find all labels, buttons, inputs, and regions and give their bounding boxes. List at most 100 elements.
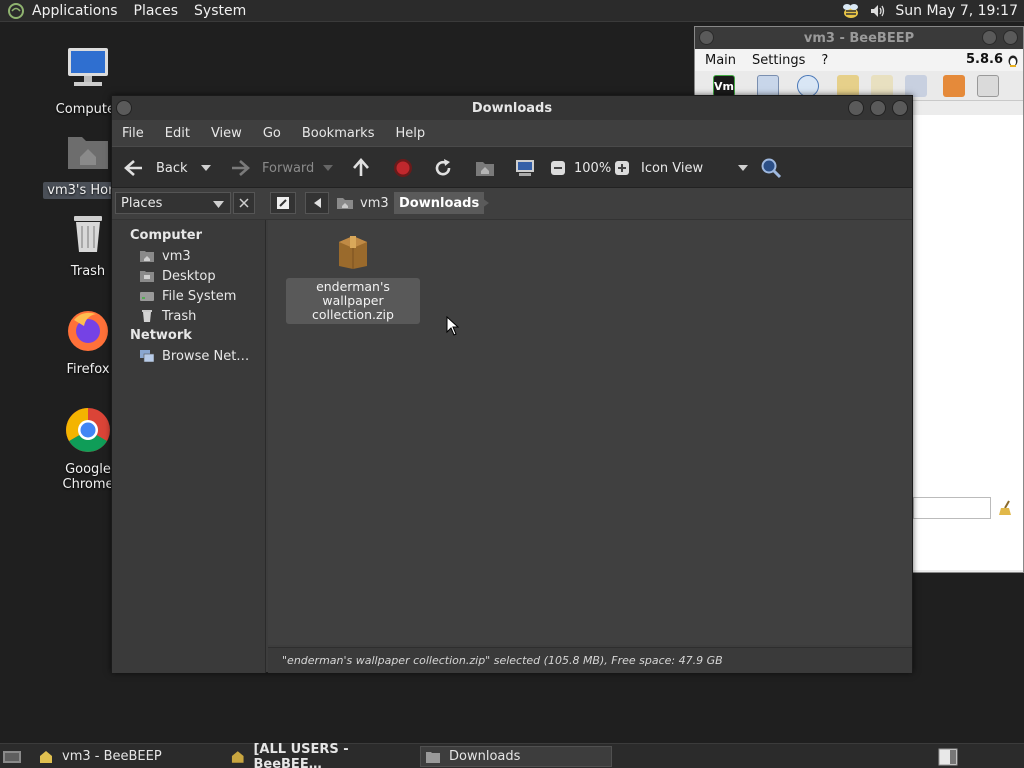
- fm-window-menu-button[interactable]: [116, 100, 132, 116]
- sidebar-item-desktop[interactable]: Desktop: [112, 266, 265, 286]
- beebeep-maximize-button[interactable]: [1003, 30, 1018, 45]
- taskbar-item-downloads[interactable]: Downloads: [420, 746, 612, 767]
- view-mode-select[interactable]: Icon View: [641, 147, 749, 189]
- forward-history-dropdown[interactable]: [322, 147, 334, 189]
- fm-titlebar[interactable]: Downloads: [112, 96, 912, 120]
- sidebar-item-label: Browse Net…: [162, 348, 250, 364]
- linux-penguin-icon: [1008, 55, 1018, 67]
- beebeep-tray-icon[interactable]: [839, 2, 861, 20]
- location-bar: Places vm3 Downloads: [112, 188, 912, 220]
- sidebar-header-network: Network: [130, 328, 192, 343]
- file-manager-window[interactable]: Downloads File Edit View Go Bookmarks He…: [111, 95, 913, 673]
- beebeep-menu-help[interactable]: ?: [821, 53, 828, 68]
- clock[interactable]: Sun May 7, 19:17: [895, 3, 1018, 19]
- menu-view[interactable]: View: [211, 126, 242, 141]
- menu-file[interactable]: File: [122, 126, 144, 141]
- mouse-cursor-icon: [446, 316, 460, 336]
- sidebar-item-label: Desktop: [162, 268, 216, 284]
- sidebar-item-trash[interactable]: Trash: [112, 306, 265, 326]
- back-history-dropdown[interactable]: [200, 147, 212, 189]
- file-item[interactable]: enderman's wallpaper collection.zip: [286, 232, 420, 324]
- beebeep-app-icon: [231, 750, 244, 763]
- places-combo-label: Places: [121, 195, 163, 211]
- beebeep-clear-icon[interactable]: [977, 75, 999, 97]
- reload-button[interactable]: [432, 147, 454, 189]
- chevron-down-icon: [213, 201, 224, 208]
- fm-maximize-button[interactable]: [870, 100, 886, 116]
- places-menu[interactable]: Places: [134, 3, 179, 19]
- computer-button[interactable]: [514, 147, 536, 189]
- menu-bookmarks[interactable]: Bookmarks: [302, 126, 375, 141]
- beebeep-edit-icon[interactable]: [871, 75, 893, 97]
- broom-icon[interactable]: [997, 499, 1015, 517]
- workspace-icon: [938, 748, 958, 765]
- stop-button[interactable]: [392, 147, 414, 189]
- crumb-scroll-left-button[interactable]: [305, 192, 329, 214]
- reload-icon: [435, 159, 451, 176]
- zoom-out-button[interactable]: [550, 147, 566, 189]
- search-button[interactable]: [760, 147, 782, 189]
- applications-menu[interactable]: Applications: [32, 3, 118, 19]
- beebeep-vm-button[interactable]: Vm: [713, 75, 735, 97]
- sidebar-item-filesystem[interactable]: File System: [112, 286, 265, 306]
- crumb-downloads[interactable]: Downloads: [394, 192, 485, 214]
- beebeep-settings-icon[interactable]: [905, 75, 927, 97]
- menu-edit[interactable]: Edit: [165, 126, 190, 141]
- search-icon: [761, 158, 782, 179]
- beebeep-menu-main[interactable]: Main: [705, 53, 736, 68]
- crumb-downloads-label: Downloads: [399, 195, 480, 211]
- taskbar-item-label: [ALL USERS - BeeBEE…: [253, 741, 349, 768]
- beebeep-minimize-button[interactable]: [982, 30, 997, 45]
- fm-close-button[interactable]: [892, 100, 908, 116]
- computer-icon: [516, 160, 534, 176]
- menu-help[interactable]: Help: [395, 126, 425, 141]
- taskbar-item-all-users[interactable]: [ALL USERS - BeeBEE…: [230, 742, 416, 768]
- zoom-in-button[interactable]: [614, 147, 630, 189]
- home-button[interactable]: [474, 147, 496, 189]
- close-sidebar-button[interactable]: [233, 192, 255, 214]
- crumb-vm3-label: vm3: [360, 195, 389, 211]
- beebeep-network-icon[interactable]: [797, 75, 819, 97]
- beebeep-tool-icon[interactable]: [837, 75, 859, 97]
- close-icon: [239, 198, 249, 208]
- fm-menubar: File Edit View Go Bookmarks Help: [112, 120, 912, 146]
- show-desktop-button[interactable]: [2, 746, 22, 767]
- forward-button[interactable]: Forward: [228, 147, 314, 189]
- file-name: enderman's wallpaper collection.zip: [286, 278, 420, 324]
- home-folder-icon: [68, 137, 108, 169]
- file-view[interactable]: enderman's wallpaper collection.zip: [268, 220, 912, 645]
- chevron-right-icon: [482, 198, 489, 208]
- crumb-scroll-right-button[interactable]: [477, 192, 494, 214]
- workspace-switcher[interactable]: [938, 746, 958, 767]
- up-button[interactable]: [350, 147, 372, 189]
- chevron-down-icon: [738, 165, 749, 171]
- show-desktop-icon: [3, 750, 21, 763]
- menu-logo-icon[interactable]: [6, 2, 26, 20]
- beebeep-upload-icon[interactable]: [943, 75, 965, 97]
- system-menu[interactable]: System: [194, 3, 246, 19]
- up-arrow-icon: [353, 158, 369, 176]
- zoom-level[interactable]: 100%: [574, 147, 611, 189]
- back-arrow-icon: [124, 160, 142, 176]
- beebeep-message-input[interactable]: [913, 497, 991, 519]
- drive-icon: [140, 292, 154, 301]
- back-button[interactable]: Back: [122, 147, 188, 189]
- taskbar-item-beebeep[interactable]: vm3 - BeeBEEP: [38, 746, 218, 767]
- beebeep-profile-icon[interactable]: [757, 75, 779, 97]
- sidebar-header-computer: Computer: [130, 228, 203, 243]
- menu-go[interactable]: Go: [263, 126, 281, 141]
- fm-title: Downloads: [471, 100, 553, 116]
- toggle-location-entry-button[interactable]: [270, 192, 296, 214]
- sidebar-item-vm3[interactable]: vm3: [112, 246, 265, 266]
- sidebar-type-select[interactable]: Places: [115, 192, 231, 214]
- beebeep-titlebar[interactable]: vm3 - BeeBEEP: [695, 27, 1023, 49]
- fm-minimize-button[interactable]: [848, 100, 864, 116]
- computer-icon: [68, 48, 108, 86]
- home-folder-icon: [140, 251, 154, 262]
- sidebar-item-browse-network[interactable]: Browse Net…: [112, 346, 265, 366]
- beebeep-menu-button[interactable]: [699, 30, 714, 45]
- network-icon: [140, 350, 154, 362]
- beebeep-menu-settings[interactable]: Settings: [752, 53, 805, 68]
- crumb-vm3[interactable]: vm3: [331, 192, 394, 214]
- volume-icon[interactable]: [869, 2, 887, 20]
